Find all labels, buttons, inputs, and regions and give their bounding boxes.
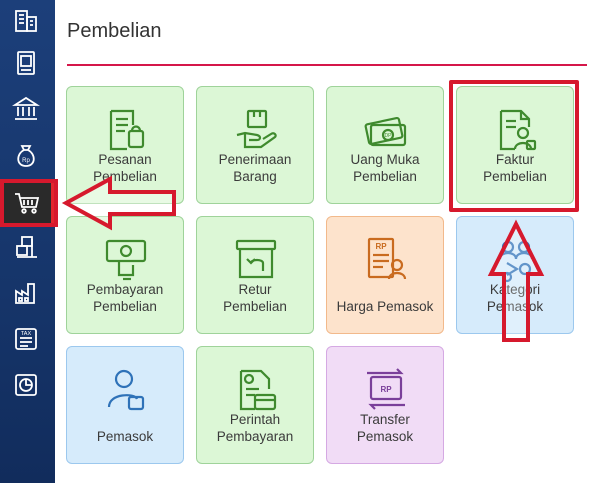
- payment-icon: [105, 239, 147, 281]
- sidebar-item-sales[interactable]: Rp: [9, 138, 43, 172]
- sidebar-item-bank[interactable]: [9, 92, 43, 126]
- tile-purchase-return[interactable]: Retur Pembelian: [196, 216, 314, 334]
- tile-label: Pembayaran Pembelian: [86, 282, 164, 314]
- tile-label: Retur Pembelian: [223, 282, 287, 314]
- tile-supplier[interactable]: Pemasok: [66, 346, 184, 464]
- tile-goods-receipt[interactable]: Penerimaan Barang: [196, 86, 314, 204]
- invoice-highlight-box: [449, 80, 579, 212]
- tile-label: Harga Pemasok: [336, 299, 434, 314]
- sidebar-item-inventory[interactable]: [9, 230, 43, 264]
- order-doc-icon: [109, 109, 145, 151]
- sidebar-item-reports[interactable]: [9, 368, 43, 402]
- money-bag-icon: Rp: [17, 145, 35, 167]
- down-payment-icon: DP: [364, 116, 407, 147]
- supplier-price-icon: RP: [367, 237, 407, 280]
- svg-text:DP: DP: [385, 133, 393, 139]
- receive-box-icon: [236, 109, 277, 149]
- sidebar-item-assets[interactable]: [9, 276, 43, 310]
- sidebar-highlight-box: [0, 179, 58, 227]
- title-divider: [67, 64, 587, 66]
- return-box-icon: [235, 239, 277, 279]
- tile-label: Perintah Pembayaran: [216, 412, 294, 444]
- tile-label: Uang Muka Pembelian: [350, 152, 420, 184]
- supplier-icon: [107, 369, 145, 411]
- report-icon: [15, 374, 37, 396]
- tile-supplier-transfer[interactable]: RP Transfer Pemasok: [326, 346, 444, 464]
- up-arrow-annotation: [487, 219, 545, 342]
- factory-icon: [15, 283, 35, 304]
- tile-purchase-payment[interactable]: Pembayaran Pembelian: [66, 216, 184, 334]
- tile-purchase-down-payment[interactable]: DP Uang Muka Pembelian: [326, 86, 444, 204]
- warehouse-icon: [16, 236, 37, 258]
- tax-icon: TAX: [15, 328, 37, 350]
- page-title: Pembelian: [67, 20, 162, 42]
- tile-supplier-price[interactable]: RP Harga Pemasok: [326, 216, 444, 334]
- sidebar-item-ledger[interactable]: [9, 46, 43, 80]
- supplier-transfer-icon: RP: [367, 368, 405, 410]
- tile-label: Pemasok: [96, 429, 154, 444]
- svg-text:TAX: TAX: [21, 331, 32, 337]
- sidebar-item-company[interactable]: [9, 4, 43, 38]
- tile-label: Penerimaan Barang: [218, 152, 292, 184]
- svg-text:RP: RP: [375, 242, 387, 251]
- left-arrow-annotation: [61, 175, 176, 231]
- bank-icon: [12, 96, 40, 120]
- payment-order-icon: [239, 369, 277, 411]
- book-icon: [17, 51, 35, 75]
- tile-label: Transfer Pemasok: [356, 412, 414, 444]
- sidebar-item-tax[interactable]: TAX: [9, 322, 43, 356]
- building-icon: [15, 10, 37, 32]
- svg-text:Rp: Rp: [22, 158, 30, 164]
- svg-text:RP: RP: [380, 385, 392, 394]
- tile-payment-order[interactable]: Perintah Pembayaran: [196, 346, 314, 464]
- sidebar: Rp TAX: [0, 0, 55, 483]
